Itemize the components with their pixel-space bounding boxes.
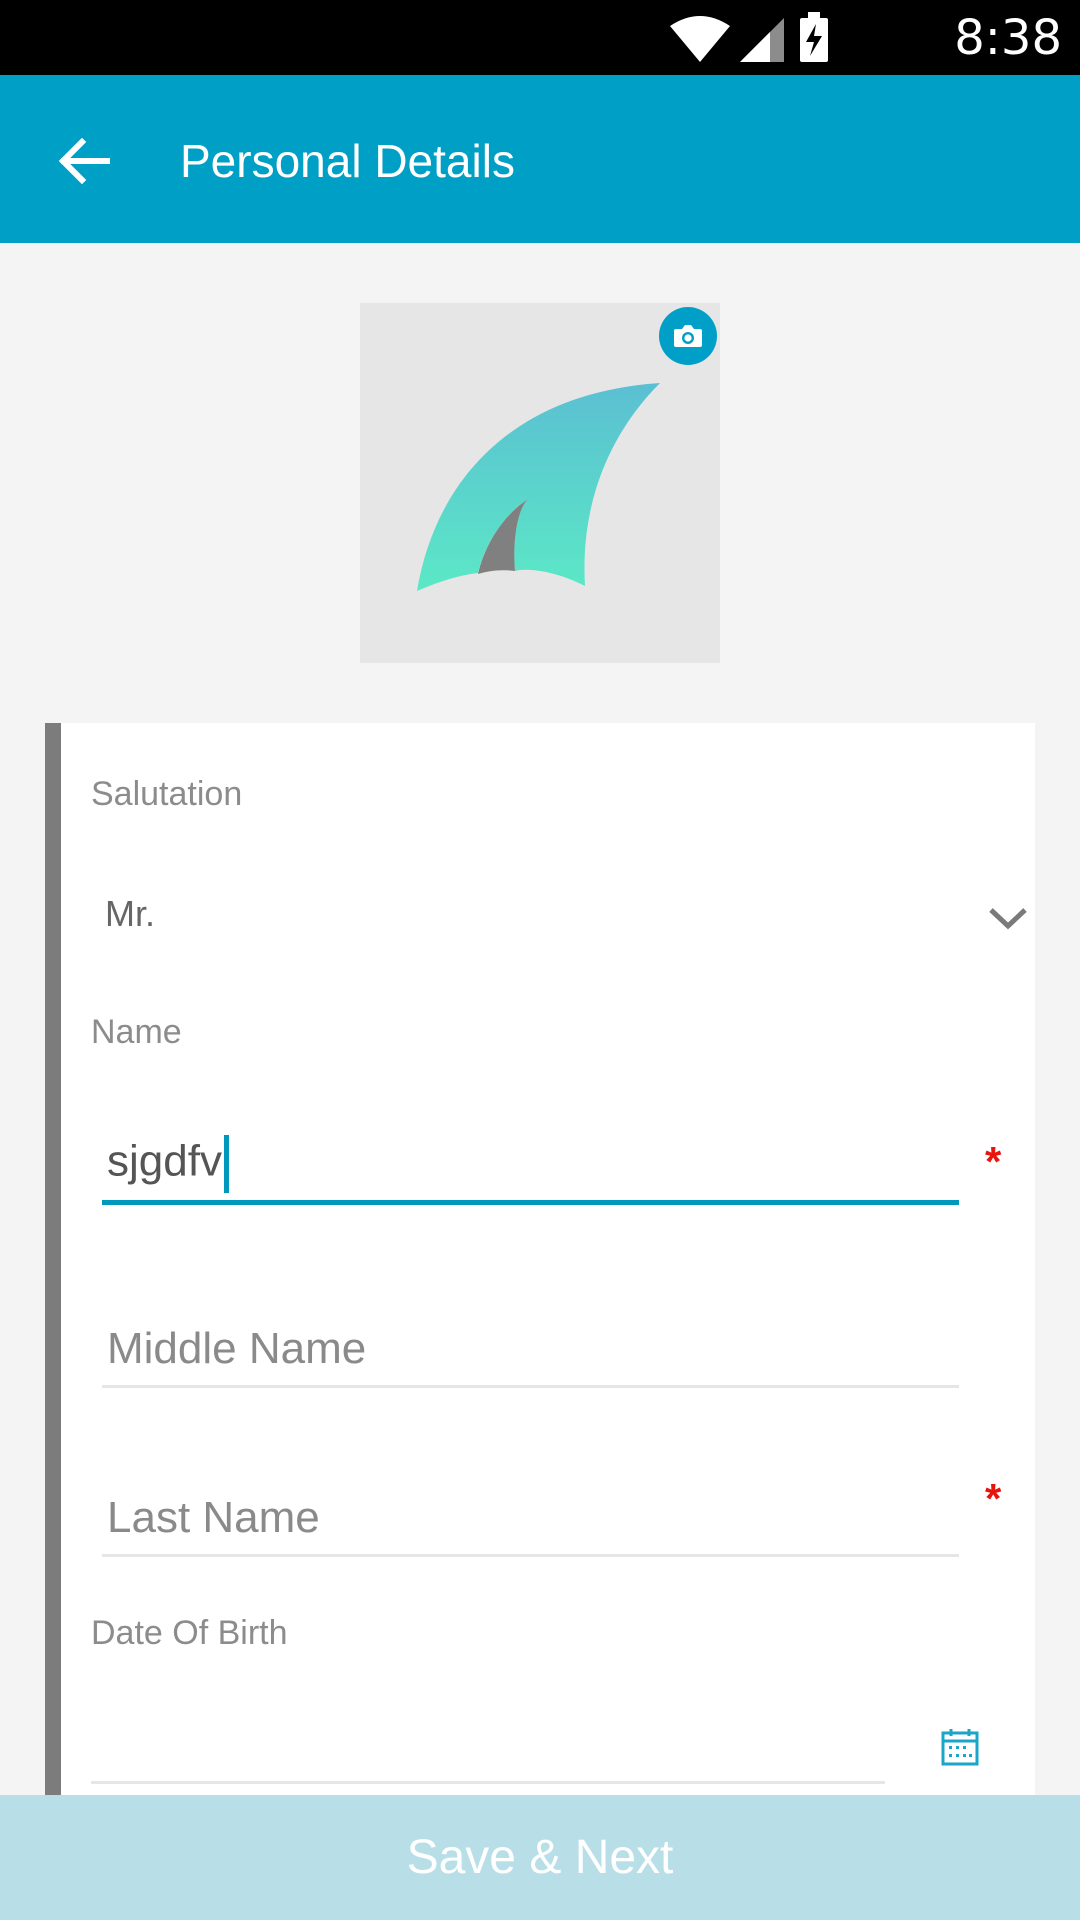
status-time: 8:38 bbox=[954, 10, 1062, 66]
wifi-icon bbox=[670, 16, 730, 62]
dob-input-underline[interactable] bbox=[91, 1781, 885, 1784]
first-name-value: sjgdfv bbox=[107, 1135, 229, 1193]
last-name-input[interactable] bbox=[102, 1493, 969, 1543]
app-bar: Personal Details bbox=[0, 75, 1080, 243]
first-name-underline bbox=[102, 1200, 959, 1205]
chevron-down-icon bbox=[989, 908, 1027, 930]
calendar-icon bbox=[941, 1729, 979, 1766]
dob-picker-button[interactable] bbox=[930, 1717, 990, 1777]
last-name-underline bbox=[102, 1554, 959, 1557]
status-icons bbox=[670, 12, 828, 62]
middle-name-input[interactable] bbox=[102, 1324, 969, 1374]
salutation-label: Salutation bbox=[91, 775, 243, 813]
signal-icon bbox=[740, 18, 784, 62]
last-name-field[interactable] bbox=[102, 1467, 969, 1557]
first-name-field[interactable]: sjgdfv bbox=[102, 1115, 959, 1205]
card-accent-bar bbox=[45, 723, 61, 1795]
app-logo bbox=[417, 383, 660, 591]
status-bar: 8:38 bbox=[0, 0, 1080, 75]
middle-name-underline bbox=[102, 1385, 959, 1388]
salutation-value: Mr. bbox=[105, 893, 155, 934]
name-section-label: Name bbox=[91, 1013, 182, 1051]
salutation-select[interactable] bbox=[91, 868, 1031, 968]
dob-label: Date Of Birth bbox=[91, 1614, 288, 1652]
personal-details-form: Salutation Mr. Name sjgdfv * * Date Of B… bbox=[45, 723, 1035, 1795]
last-name-required-mark: * bbox=[985, 1475, 1002, 1522]
back-button[interactable] bbox=[42, 119, 126, 203]
change-photo-button[interactable] bbox=[659, 307, 717, 365]
save-next-button[interactable]: Save & Next bbox=[0, 1795, 1080, 1920]
camera-icon bbox=[674, 325, 702, 347]
battery-charging-icon bbox=[800, 12, 828, 62]
middle-name-field[interactable] bbox=[102, 1298, 969, 1388]
arrow-back-icon bbox=[58, 138, 110, 184]
profile-photo[interactable] bbox=[360, 303, 720, 663]
first-name-required-mark: * bbox=[985, 1138, 1002, 1185]
text-cursor bbox=[223, 1135, 229, 1193]
first-name-text: sjgdfv bbox=[107, 1136, 222, 1186]
page-title: Personal Details bbox=[180, 135, 515, 187]
